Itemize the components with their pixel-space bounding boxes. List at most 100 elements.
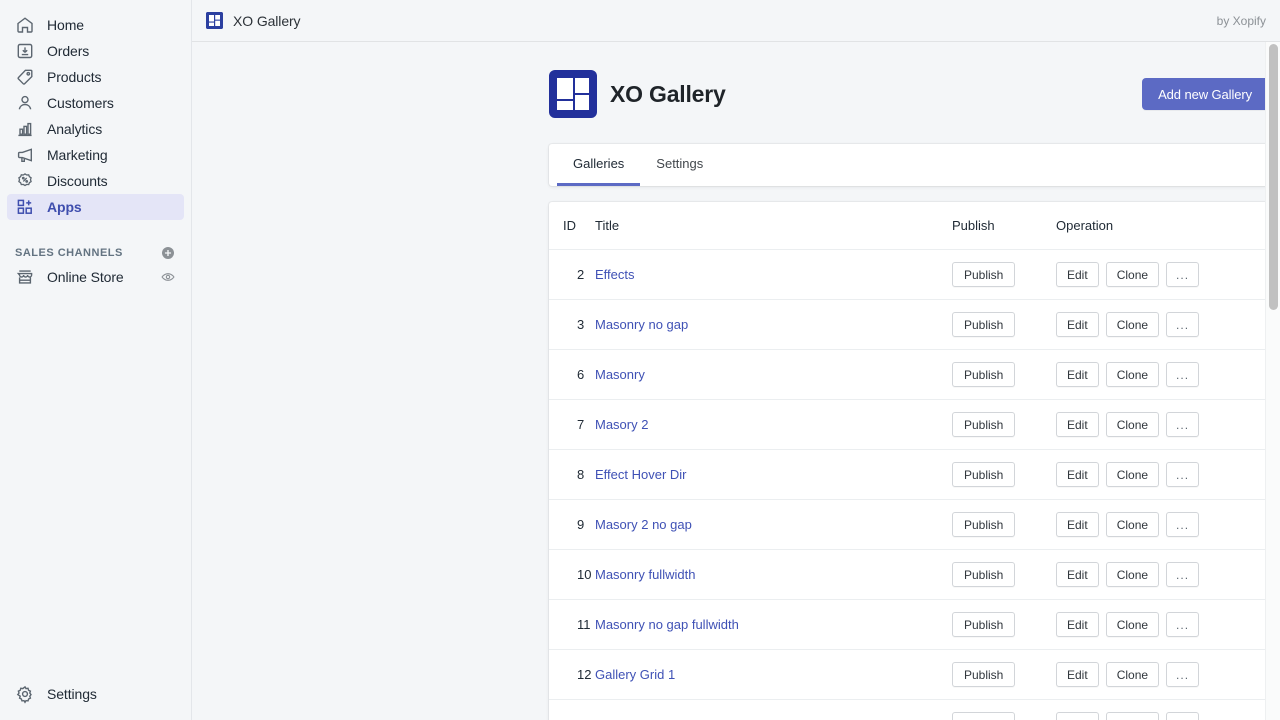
- main-region: XO Gallery by Xopify XO Gallery Add new …: [192, 0, 1280, 720]
- sidebar-item-marketing[interactable]: Marketing: [7, 142, 184, 168]
- more-actions-button[interactable]: ...: [1166, 562, 1199, 587]
- edit-button[interactable]: Edit: [1056, 462, 1099, 487]
- sidebar-item-label: Discounts: [47, 174, 108, 188]
- gallery-title-link[interactable]: Gallery Grid 1: [595, 667, 675, 682]
- tab-galleries[interactable]: Galleries: [557, 144, 640, 186]
- more-actions-button[interactable]: ...: [1166, 412, 1199, 437]
- cell-publish: Publish: [952, 550, 1056, 600]
- operation-button-group: Edit Clone...: [1056, 512, 1280, 537]
- page-container: XO Gallery Add new Gallery Galleries Set…: [549, 68, 1280, 720]
- sidebar-item-discounts[interactable]: Discounts: [7, 168, 184, 194]
- gallery-title-link[interactable]: Masonry: [595, 367, 645, 382]
- more-actions-button[interactable]: ...: [1166, 462, 1199, 487]
- cell-publish: Publish: [952, 450, 1056, 500]
- table-row: 9Masory 2 no gapPublishEditClone...: [549, 500, 1280, 550]
- clone-button[interactable]: Clone: [1106, 612, 1159, 637]
- cell-operation: Edit Clone...: [1056, 500, 1280, 550]
- sidebar-item-products[interactable]: Products: [7, 64, 184, 90]
- publish-button[interactable]: Publish: [952, 512, 1015, 537]
- clone-button[interactable]: Clone: [1106, 662, 1159, 687]
- edit-button[interactable]: Edit: [1056, 262, 1099, 287]
- app-bar-credit: by Xopify: [1217, 14, 1266, 28]
- more-actions-button[interactable]: ...: [1166, 512, 1199, 537]
- cell-title: Masonry fullwidth: [595, 550, 952, 600]
- clone-button[interactable]: Clone: [1106, 362, 1159, 387]
- tabs-card: Galleries Settings: [549, 144, 1280, 186]
- sidebar-item-settings[interactable]: Settings: [0, 680, 191, 708]
- cell-operation: Edit Clone...: [1056, 300, 1280, 350]
- gallery-title-link[interactable]: Masonry no gap: [595, 317, 688, 332]
- tab-bar: Galleries Settings: [549, 144, 1280, 186]
- edit-button[interactable]: Edit: [1056, 662, 1099, 687]
- clone-button[interactable]: Clone: [1106, 412, 1159, 437]
- more-actions-button[interactable]: ...: [1166, 712, 1199, 720]
- publish-button[interactable]: Publish: [952, 612, 1015, 637]
- edit-button[interactable]: Edit: [1056, 512, 1099, 537]
- cell-operation: Edit Clone...: [1056, 550, 1280, 600]
- edit-button[interactable]: Edit: [1056, 712, 1099, 720]
- sidebar-item-home[interactable]: Home: [7, 12, 184, 38]
- person-icon: [15, 93, 35, 113]
- cell-id: 12: [549, 650, 595, 700]
- cell-title: Masonry 3: [595, 700, 952, 720]
- more-actions-button[interactable]: ...: [1166, 612, 1199, 637]
- sidebar-item-customers[interactable]: Customers: [7, 90, 184, 116]
- publish-button[interactable]: Publish: [952, 362, 1015, 387]
- publish-button[interactable]: Publish: [952, 562, 1015, 587]
- tag-icon: [15, 67, 35, 87]
- sidebar-item-apps[interactable]: Apps: [7, 194, 184, 220]
- operation-button-group: Edit Clone...: [1056, 712, 1280, 720]
- publish-button[interactable]: Publish: [952, 312, 1015, 337]
- eye-icon[interactable]: [160, 269, 176, 285]
- table-row: 11 Masonry no gap fullwidth Publish Edit Clo…: [549, 600, 1280, 650]
- more-actions-button[interactable]: ...: [1166, 362, 1199, 387]
- column-header-title: Title: [595, 202, 952, 250]
- gallery-id: 11: [563, 617, 591, 632]
- apps-grid-plus-icon: [15, 197, 35, 217]
- publish-button[interactable]: Publish: [952, 662, 1015, 687]
- clone-button[interactable]: Clone: [1106, 512, 1159, 537]
- tab-settings[interactable]: Settings: [640, 144, 719, 186]
- orders-icon: [15, 41, 35, 61]
- cell-title: Effect Hover Dir: [595, 450, 952, 500]
- vertical-scrollbar[interactable]: [1265, 42, 1280, 720]
- plus-circle-icon[interactable]: [160, 245, 176, 261]
- add-new-gallery-button[interactable]: Add new Gallery: [1142, 78, 1268, 110]
- gallery-title-link[interactable]: Effects: [595, 267, 635, 282]
- edit-button[interactable]: Edit: [1056, 362, 1099, 387]
- vertical-scrollbar-thumb[interactable]: [1269, 44, 1278, 310]
- gallery-id: 12: [563, 667, 591, 682]
- more-actions-button[interactable]: ...: [1166, 662, 1199, 687]
- megaphone-icon: [15, 145, 35, 165]
- gallery-title-link[interactable]: Masonry no gap fullwidth: [595, 617, 739, 632]
- more-actions-button[interactable]: ...: [1166, 312, 1199, 337]
- cell-title: Masonry no gap fullwidth: [595, 600, 952, 650]
- operation-button-group: Edit Clone...: [1056, 362, 1280, 387]
- sidebar-item-orders[interactable]: Orders: [7, 38, 184, 64]
- table-row: 6MasonryPublishEditClone...: [549, 350, 1280, 400]
- table-header-row: ID Title Publish Operation: [549, 202, 1280, 250]
- edit-button[interactable]: Edit: [1056, 612, 1099, 637]
- operation-button-group: Edit Clone...: [1056, 462, 1280, 487]
- cell-id: 13: [549, 700, 595, 720]
- clone-button[interactable]: Clone: [1106, 312, 1159, 337]
- publish-button[interactable]: Publish: [952, 412, 1015, 437]
- gallery-title-link[interactable]: Masory 2 no gap: [595, 517, 692, 532]
- clone-button[interactable]: Clone: [1106, 712, 1159, 720]
- publish-button[interactable]: Publish: [952, 262, 1015, 287]
- more-actions-button[interactable]: ...: [1166, 262, 1199, 287]
- clone-button[interactable]: Clone: [1106, 462, 1159, 487]
- gallery-title-link[interactable]: Masonry fullwidth: [595, 567, 695, 582]
- sidebar-item-analytics[interactable]: Analytics: [7, 116, 184, 142]
- gallery-title-link[interactable]: Effect Hover Dir: [595, 467, 687, 482]
- edit-button[interactable]: Edit: [1056, 412, 1099, 437]
- edit-button[interactable]: Edit: [1056, 562, 1099, 587]
- clone-button[interactable]: Clone: [1106, 262, 1159, 287]
- publish-button[interactable]: Publish: [952, 462, 1015, 487]
- edit-button[interactable]: Edit: [1056, 312, 1099, 337]
- gallery-title-link[interactable]: Masory 2: [595, 417, 648, 432]
- sidebar-item-online-store[interactable]: Online Store: [0, 264, 191, 290]
- cell-publish: Publish: [952, 350, 1056, 400]
- clone-button[interactable]: Clone: [1106, 562, 1159, 587]
- publish-button[interactable]: Publish: [952, 712, 1015, 720]
